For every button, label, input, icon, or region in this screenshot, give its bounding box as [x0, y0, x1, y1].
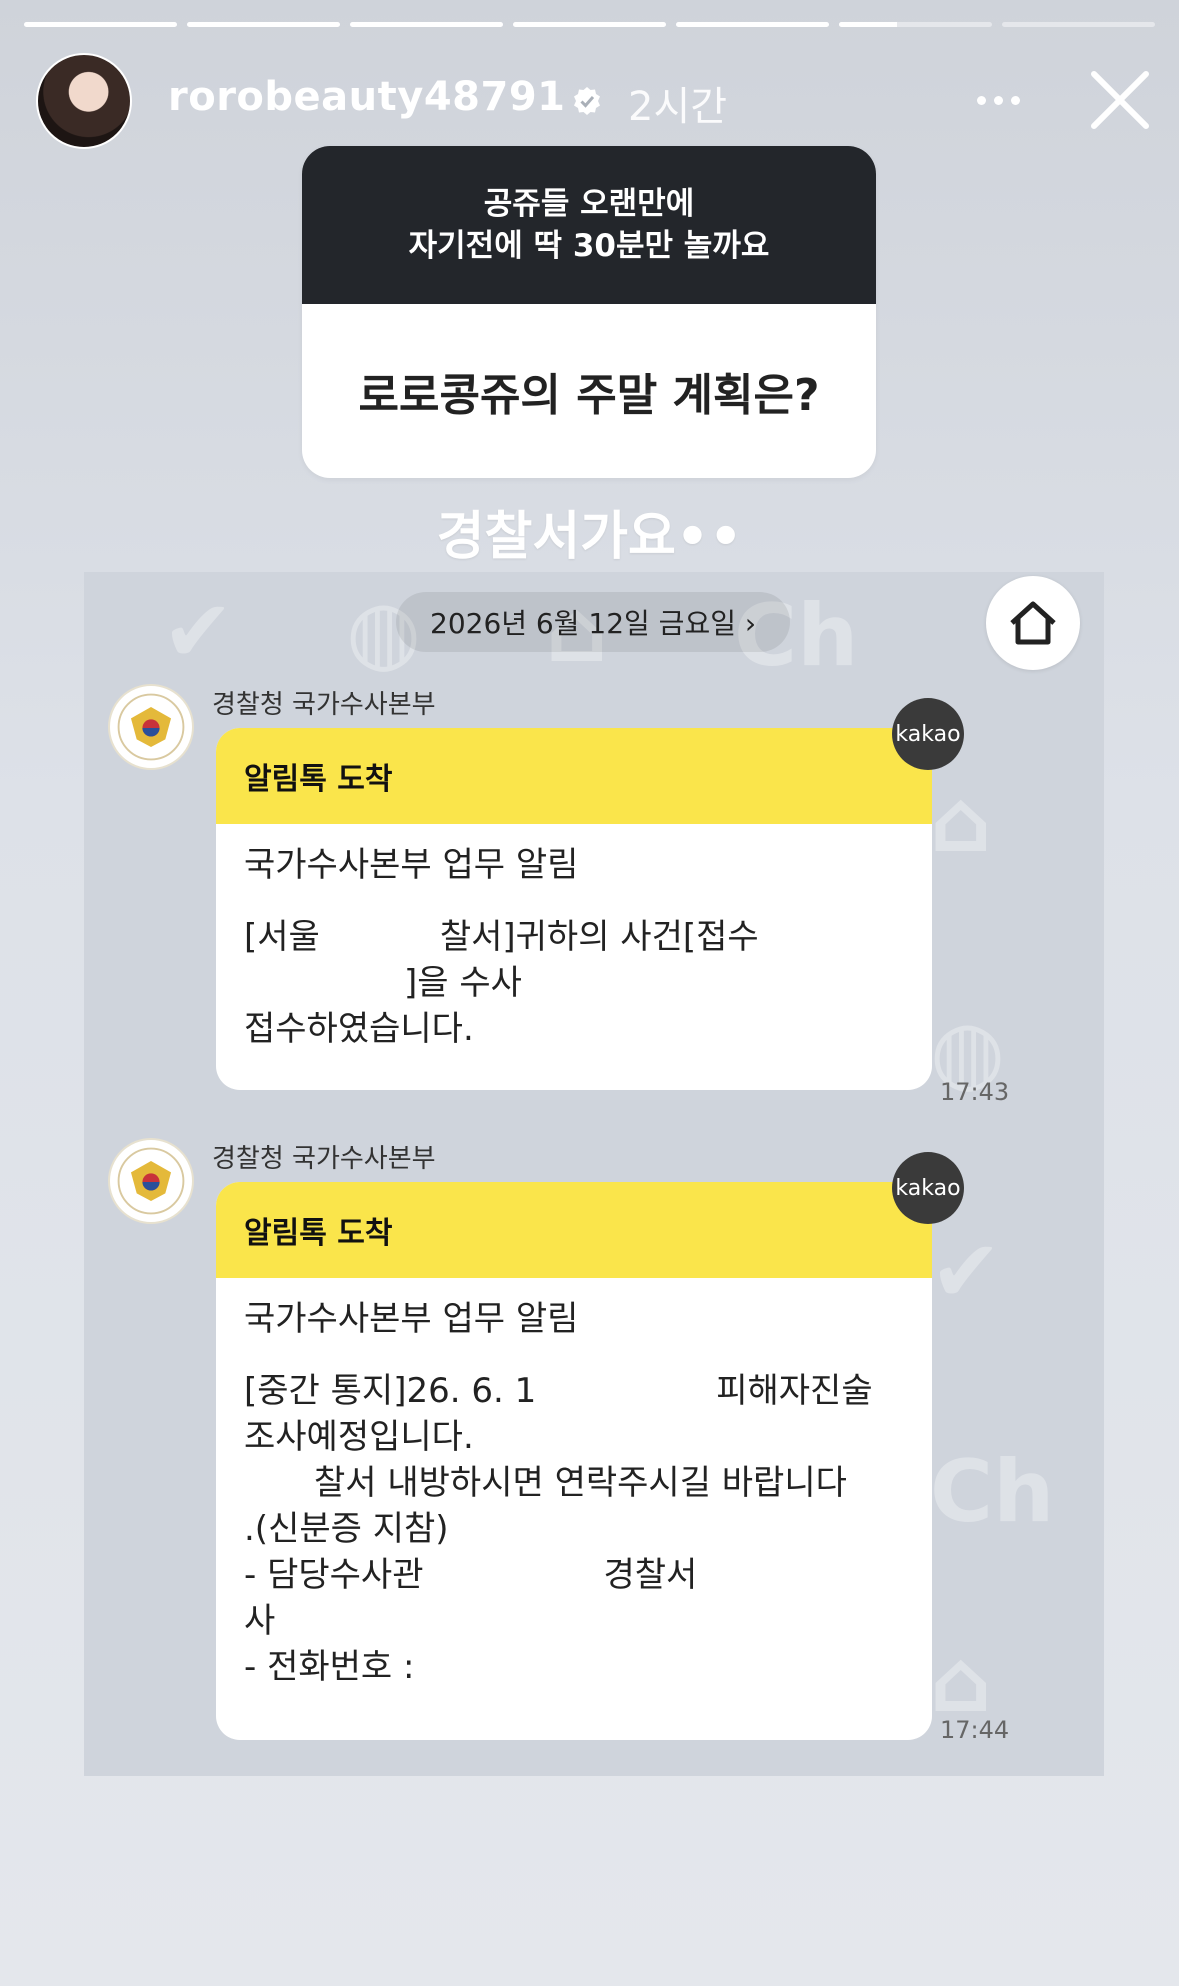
home-icon — [1010, 601, 1056, 645]
question-prompt: 공쥬들 오랜만에 자기전에 딱 30분만 놀까요 — [302, 146, 876, 304]
message-header: 알림톡 도착 — [216, 1182, 932, 1278]
message-line: .(신분증 지참) — [244, 1509, 449, 1549]
date-divider[interactable]: 2026년 6월 12일 금요일 › — [396, 592, 791, 652]
bank-bg-icon: ⌂ — [930, 772, 992, 872]
answer-text: 경찰서가요•• — [436, 507, 743, 567]
channel-bg-icon: Ch — [930, 1442, 1055, 1542]
question-prompt-line: 공쥬들 오랜만에 — [483, 186, 695, 222]
police-logo-avatar[interactable] — [108, 1138, 194, 1224]
message-line: ]을 수사 — [404, 963, 522, 1003]
avatar[interactable] — [36, 53, 132, 149]
message-time: 17:43 — [940, 1078, 1010, 1106]
message-header: 알림톡 도착 — [216, 728, 932, 824]
message-line: 찰서]귀하의 사건[접수 — [439, 917, 759, 957]
message-body: 국가수사본부 업무 알림 [중간 통지]26. 6. 1 피해자진술 조사예정입니… — [216, 1278, 932, 1708]
message-time: 17:44 — [940, 1716, 1010, 1744]
question-prompt-line: 자기전에 딱 30분만 놀까요 — [408, 228, 770, 264]
close-icon[interactable] — [1084, 64, 1156, 136]
message-line: 경찰서 — [603, 1555, 698, 1595]
progress-segment — [350, 22, 503, 27]
message-line: 접수하였습니다. — [244, 1009, 474, 1049]
message-line: 국가수사본부 업무 알림 — [244, 845, 579, 885]
question-title: 로로콩쥬의 주말 계획은? — [358, 370, 820, 421]
progress-segment-active — [839, 22, 992, 27]
message-line: 국가수사본부 업무 알림 — [244, 1299, 579, 1339]
post-time: 2시간 — [628, 84, 728, 130]
message-line: 피해자진술 — [716, 1371, 873, 1411]
kakao-badge: kakao — [892, 1152, 964, 1224]
sender-name: 경찰청 국가수사본부 — [212, 1144, 436, 1174]
message-line: 사 — [244, 1601, 276, 1641]
redaction — [521, 968, 822, 1001]
story-viewer: rorobeauty48791 2시간 공쥬들 오랜만에 자기전에 딱 30분만… — [0, 0, 1179, 1986]
alimtalk-message[interactable]: 알림톡 도착 국가수사본부 업무 알림 [서울 찰서]귀하의 사건[접수 ]을 수… — [216, 728, 932, 1090]
alimtalk-message[interactable]: 알림톡 도착 국가수사본부 업무 알림 [중간 통지]26. 6. 1 피해자진술… — [216, 1182, 932, 1740]
home-button[interactable] — [986, 576, 1080, 670]
chat-screenshot: ✔ ◍ ⌂ Ch ⌂ ◍ ✔ Ch ⌂ 2026년 6월 12일 금요일 › 경… — [84, 572, 1104, 1776]
username[interactable]: rorobeauty48791 — [168, 74, 566, 120]
message-body: 국가수사본부 업무 알림 [서울 찰서]귀하의 사건[접수 ]을 수사 접수하였습… — [216, 824, 932, 1070]
badge-bg-icon: ✔ — [162, 582, 235, 682]
progress-segment — [24, 22, 177, 27]
redaction — [319, 922, 440, 955]
redaction — [244, 968, 404, 1001]
redaction — [244, 1468, 314, 1501]
message-line: 조사예정입니다. — [244, 1417, 474, 1457]
sender-name: 경찰청 국가수사본부 — [212, 690, 436, 720]
verified-badge-icon — [574, 87, 600, 115]
progress-segment — [1002, 22, 1155, 27]
redaction — [697, 1560, 878, 1593]
message-line: - 전화번호 : — [244, 1647, 415, 1687]
redaction — [423, 1560, 604, 1593]
message-line: [중간 통지]26. 6. 1 — [244, 1371, 537, 1411]
message-line: [서울 — [244, 917, 320, 957]
question-sticker: 공쥬들 오랜만에 자기전에 딱 30분만 놀까요 로로콩쥬의 주말 계획은? — [302, 146, 876, 478]
kakao-badge: kakao — [892, 698, 964, 770]
date-label: 2026년 6월 12일 금요일 › — [430, 607, 757, 640]
message-line: 찰서 내방하시면 연락주시길 바랍니다 — [314, 1463, 847, 1503]
progress-segment — [513, 22, 666, 27]
police-logo-avatar[interactable] — [108, 684, 194, 770]
redaction — [414, 1652, 655, 1685]
redaction — [758, 922, 789, 955]
message-line: - 담당수사관 — [244, 1555, 424, 1595]
story-progress-bar — [24, 22, 1155, 27]
more-options-icon[interactable] — [968, 80, 1028, 120]
progress-segment — [676, 22, 829, 27]
redaction — [536, 1376, 717, 1409]
progress-segment — [187, 22, 340, 27]
badge-bg-icon: ✔ — [930, 1222, 1003, 1322]
